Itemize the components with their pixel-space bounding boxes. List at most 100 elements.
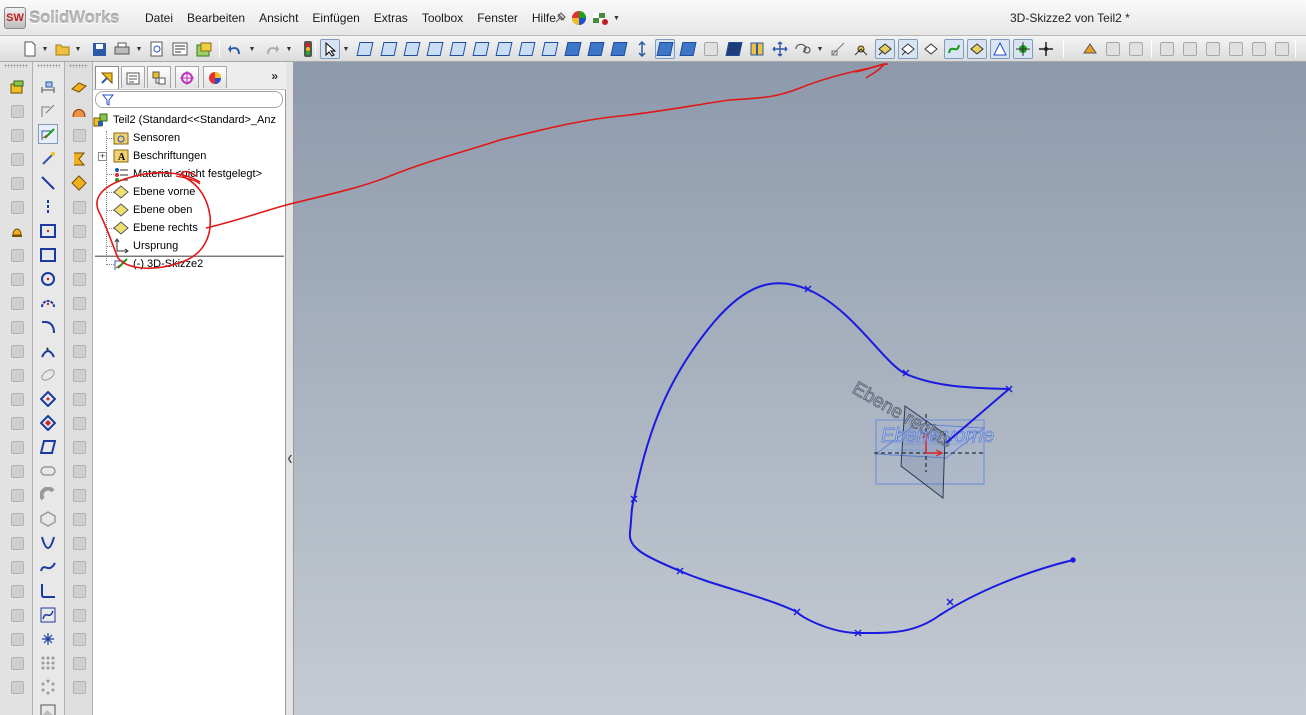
intersect-icon[interactable] — [8, 582, 26, 600]
surface-replace-face-icon[interactable] — [70, 558, 88, 576]
rib-icon[interactable] — [8, 366, 26, 384]
spline-tool-icon[interactable] — [39, 558, 57, 576]
feature-tool-9-icon[interactable] — [1272, 39, 1292, 59]
menu-einfuegen[interactable]: Einfügen — [305, 11, 366, 27]
curve-feature-icon[interactable] — [70, 198, 88, 216]
chamfer-icon[interactable] — [8, 342, 26, 360]
three-point-arc-icon[interactable] — [39, 342, 57, 360]
shaded-with-edges-icon[interactable] — [655, 39, 675, 59]
view-curves-icon[interactable] — [990, 39, 1010, 59]
centerline-tool-icon[interactable] — [39, 198, 57, 216]
sketch-fillet-icon[interactable] — [39, 582, 57, 600]
polygon-tool-icon[interactable] — [39, 390, 57, 408]
pan-icon[interactable] — [770, 39, 790, 59]
swept-cut-icon[interactable] — [8, 270, 26, 288]
spline-point[interactable] — [946, 598, 954, 606]
redo-icon[interactable] — [262, 39, 282, 59]
view-dimetric-icon[interactable] — [540, 39, 560, 59]
sketch-icon[interactable] — [828, 39, 848, 59]
view-dropdown-icon[interactable]: ▼ — [816, 39, 824, 59]
circular-dots-icon[interactable] — [39, 678, 57, 696]
tree-item-sensoren[interactable]: Sensoren — [113, 129, 180, 147]
curve-driven-pattern-icon[interactable] — [8, 654, 26, 672]
boundary-boss-icon[interactable] — [8, 174, 26, 192]
view-axes-icon[interactable] — [921, 39, 941, 59]
undo-dropdown-icon[interactable]: ▼ — [248, 39, 256, 59]
slot-tool-icon[interactable] — [39, 462, 57, 480]
view-points-icon[interactable] — [1013, 39, 1033, 59]
bell-icon[interactable] — [8, 222, 26, 240]
print-dropdown-icon[interactable]: ▼ — [135, 39, 143, 59]
draft-icon[interactable] — [8, 414, 26, 432]
slot-arc-tool-icon[interactable] — [39, 486, 57, 504]
view-dimension-arrow-icon[interactable] — [632, 39, 652, 59]
toolbar-grip[interactable] — [37, 64, 60, 68]
swept-boss-icon[interactable] — [8, 126, 26, 144]
smart-dimension-tool-icon[interactable] — [39, 150, 57, 168]
feature-tool-3-icon[interactable] — [1126, 39, 1146, 59]
print-icon[interactable] — [112, 39, 132, 59]
sketch-dimension-icon[interactable] — [39, 78, 57, 96]
revolved-cut-icon[interactable] — [8, 246, 26, 264]
view-trimetric-icon[interactable] — [517, 39, 537, 59]
3d-spline[interactable] — [628, 282, 1074, 635]
rotate-view-icon[interactable] — [793, 39, 813, 59]
solidworks-logo[interactable]: SW SolidWorks — [4, 6, 120, 30]
view-back-icon[interactable] — [379, 39, 399, 59]
surface-mid-icon[interactable] — [70, 606, 88, 624]
point-tool-icon[interactable] — [39, 630, 57, 648]
feature-tool-1-icon[interactable] — [1080, 39, 1100, 59]
normal-to-icon[interactable] — [563, 39, 583, 59]
feature-tool-4-icon[interactable] — [1157, 39, 1177, 59]
feature-tool-2-icon[interactable] — [1103, 39, 1123, 59]
ellipse-tool-icon[interactable] — [39, 366, 57, 384]
surface-free-form-icon[interactable] — [70, 654, 88, 672]
surface-sweep-icon[interactable] — [70, 270, 88, 288]
menu-bearbeiten[interactable]: Bearbeiten — [180, 11, 252, 27]
surface-revolve-icon[interactable] — [70, 246, 88, 264]
sketch-icon[interactable] — [39, 102, 57, 120]
pattern-dots-icon[interactable] — [39, 654, 57, 672]
spline-endpoint[interactable] — [1070, 557, 1076, 563]
new-document-icon[interactable] — [20, 39, 40, 59]
view-isometric-icon[interactable] — [494, 39, 514, 59]
appearance-icon[interactable] — [571, 10, 587, 26]
shaded-icon[interactable] — [678, 39, 698, 59]
tree-item-material[interactable]: Material <nicht festgelegt> — [113, 165, 262, 183]
view-right-icon[interactable] — [425, 39, 445, 59]
circle-tool-icon[interactable] — [39, 270, 57, 288]
toolbar-grip[interactable] — [4, 64, 28, 68]
arc-tool-icon[interactable] — [39, 294, 57, 312]
view-top-icon[interactable] — [448, 39, 468, 59]
display-manager-tab[interactable] — [203, 66, 227, 88]
featuremanager-tab[interactable] — [95, 66, 119, 89]
view-sketches-icon[interactable] — [944, 39, 964, 59]
surface-untrim-icon[interactable] — [70, 462, 88, 480]
shell-icon[interactable] — [8, 390, 26, 408]
3d-sketch-icon[interactable] — [38, 124, 58, 144]
panel-splitter[interactable]: ❮ — [286, 62, 294, 715]
tree-filter-field[interactable] — [95, 91, 283, 108]
surface-radiate-icon[interactable] — [70, 630, 88, 648]
menu-datei[interactable]: Datei — [138, 11, 180, 27]
select-dropdown-icon[interactable]: ▼ — [342, 39, 350, 59]
pin-icon[interactable] — [553, 11, 567, 25]
undo-icon[interactable] — [225, 39, 245, 59]
point-feature-icon[interactable] — [70, 150, 88, 168]
configurationmanager-tab[interactable] — [147, 66, 171, 88]
surface-thicken-icon[interactable] — [70, 510, 88, 528]
mirror-icon[interactable] — [8, 534, 26, 552]
smart-dimension-icon[interactable] — [851, 39, 871, 59]
menu-ansicht[interactable]: Ansicht — [252, 11, 305, 27]
revolved-boss-icon[interactable] — [8, 102, 26, 120]
wrap-icon[interactable] — [8, 558, 26, 576]
surface-offset-icon[interactable] — [70, 366, 88, 384]
toolbar-grip[interactable] — [69, 64, 88, 68]
surface-cut-icon[interactable] — [70, 582, 88, 600]
view-origins-icon[interactable] — [898, 39, 918, 59]
surface-knit-icon[interactable] — [70, 486, 88, 504]
view-planes-icon[interactable] — [875, 39, 895, 59]
offset-tool-icon[interactable] — [39, 510, 57, 528]
surface-flatten-icon[interactable] — [70, 678, 88, 696]
expand-toggle-icon[interactable]: + — [98, 152, 107, 161]
